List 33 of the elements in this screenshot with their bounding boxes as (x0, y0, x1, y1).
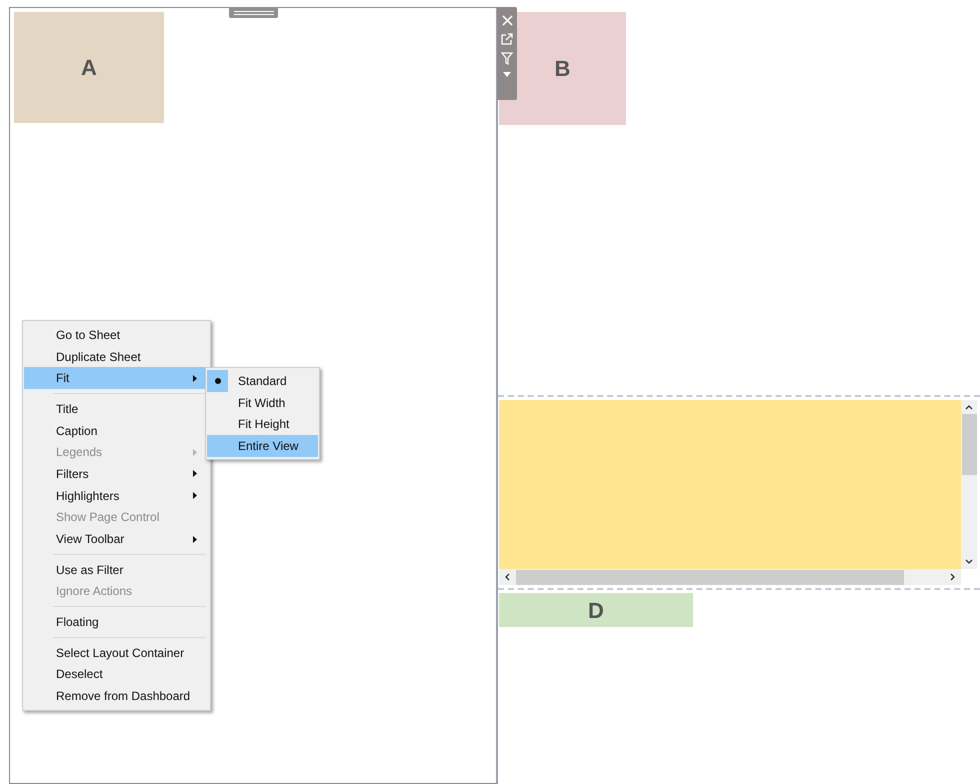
filter-icon[interactable] (501, 52, 513, 65)
caret-icon (193, 536, 197, 543)
menu-item[interactable]: Title (24, 398, 209, 420)
submenu-item[interactable]: Fit Height (207, 413, 318, 436)
close-icon[interactable] (502, 15, 512, 26)
menu-item[interactable]: Go to Sheet (24, 324, 209, 346)
menu-item[interactable]: Caption (24, 420, 209, 442)
dropdown-caret-icon[interactable] (503, 72, 511, 77)
caret-icon (193, 448, 197, 456)
submenu-item[interactable]: Fit Width (207, 392, 318, 414)
menu-item[interactable]: Use as Filter (24, 558, 209, 581)
drag-handle-icon[interactable] (229, 7, 278, 18)
tile-label: D (588, 596, 604, 624)
caret-icon (193, 374, 197, 382)
submenu-item[interactable]: Entire View (207, 435, 318, 457)
caret-icon (193, 470, 197, 478)
menu-item[interactable]: Floating (24, 611, 209, 633)
menu-item[interactable]: Remove from Dashboard (24, 685, 209, 707)
menu-item[interactable]: View Toolbar (24, 528, 209, 550)
menu-item[interactable]: Select Layout Container (24, 642, 209, 664)
scrollbar-thumb[interactable] (516, 570, 904, 584)
menu-item[interactable]: Highlighters (24, 484, 209, 506)
menu-item[interactable]: Deselect (24, 664, 209, 686)
vertical-scrollbar[interactable] (961, 400, 977, 569)
external-link-icon[interactable] (501, 33, 513, 45)
scrollbar-thumb[interactable] (962, 414, 976, 475)
tile-label: A (81, 54, 97, 82)
caret-icon (193, 492, 197, 500)
horizontal-scrollbar[interactable] (499, 569, 961, 585)
submenu-item[interactable]: Standard (207, 370, 318, 392)
tile-label: B (554, 55, 570, 83)
menu-item[interactable]: Duplicate Sheet (24, 346, 209, 368)
menu-item[interactable]: Filters (24, 463, 209, 485)
